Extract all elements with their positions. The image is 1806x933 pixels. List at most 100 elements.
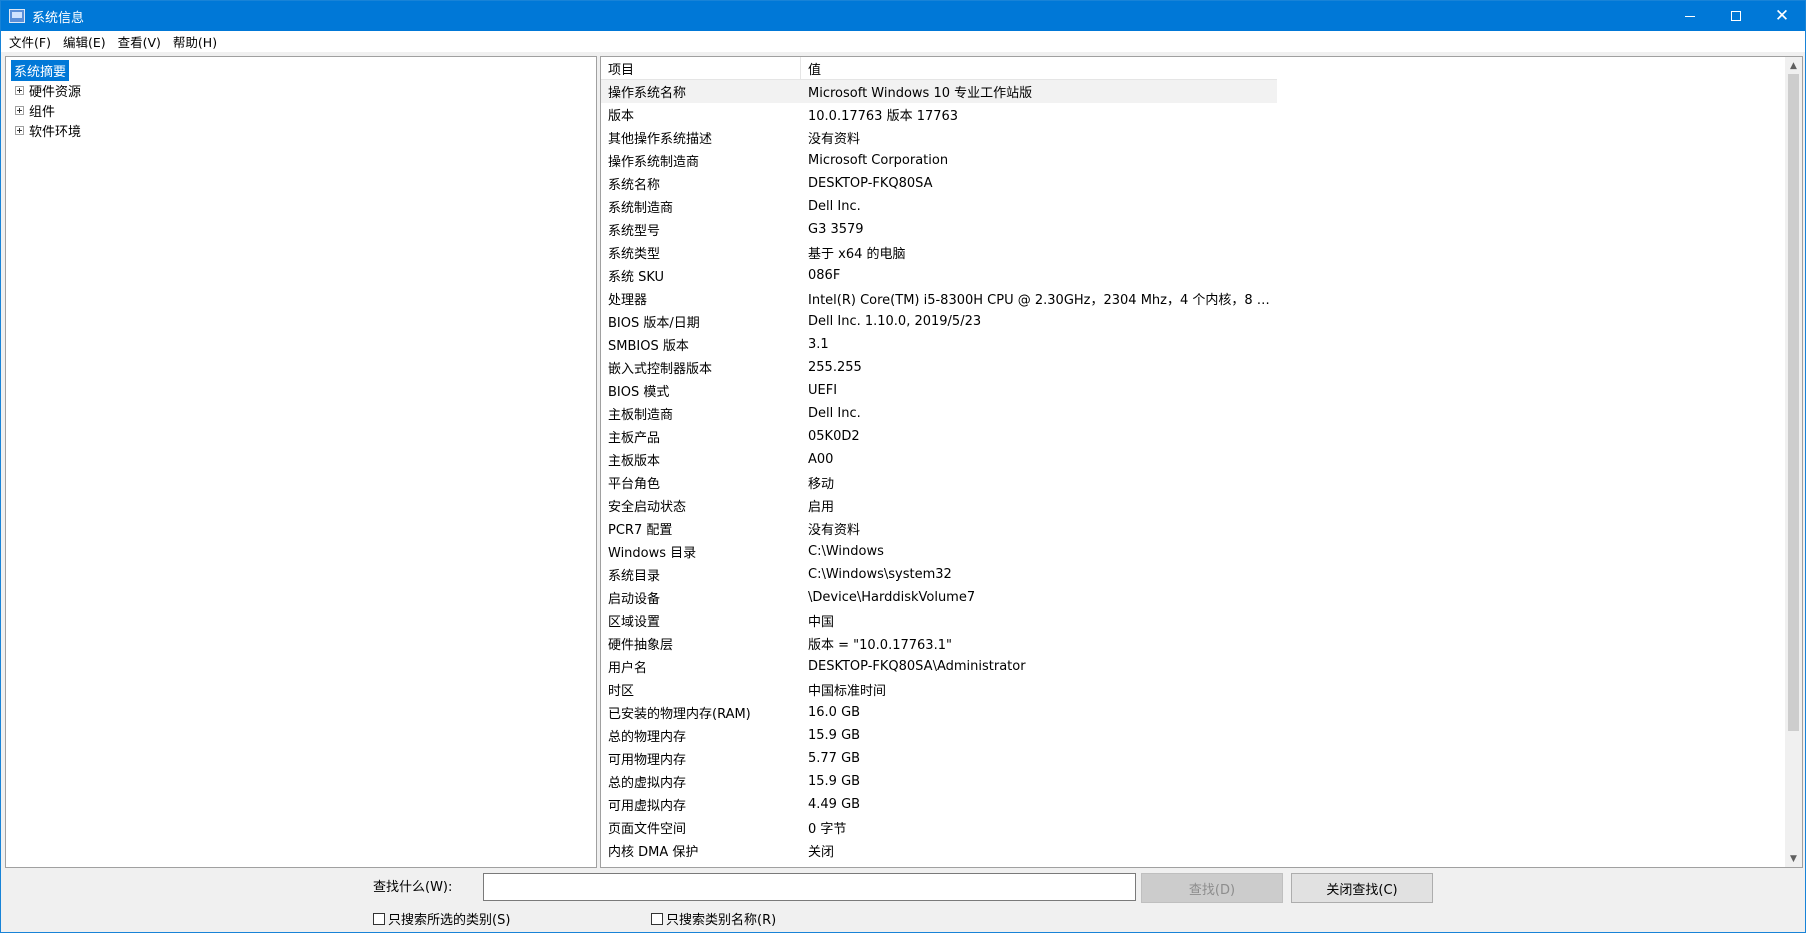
table-row[interactable]: 系统 SKU 086F [601, 264, 1277, 287]
menu-edit[interactable]: 编辑(E) [57, 32, 112, 51]
table-row[interactable]: 可用物理内存 5.77 GB [601, 747, 1277, 770]
title-bar[interactable]: 系统信息 ✕ [1, 1, 1805, 31]
search-category-names-checkbox[interactable]: 只搜索类别名称(R) [651, 909, 776, 928]
table-row[interactable]: 启动设备 \Device\HarddiskVolume7 [601, 586, 1277, 609]
expand-icon[interactable] [15, 85, 24, 95]
table-row[interactable]: 主板版本 A00 [601, 448, 1277, 471]
table-row[interactable]: 用户名 DESKTOP-FKQ80SA\Administrator [601, 655, 1277, 678]
expand-icon[interactable] [15, 125, 24, 135]
scroll-down-icon[interactable]: ▼ [1785, 850, 1802, 867]
tree-item-software-environment[interactable]: 软件环境 [15, 120, 81, 140]
menu-file[interactable]: 文件(F) [3, 32, 57, 51]
menu-bar: 文件(F) 编辑(E) 查看(V) 帮助(H) [1, 31, 1805, 52]
table-row[interactable]: 处理器 Intel(R) Core(TM) i5-8300H CPU @ 2.30… [601, 287, 1277, 310]
row-item-cell: 系统类型 [608, 247, 661, 262]
row-item-cell: PCR7 配置 [608, 523, 673, 538]
table-row[interactable]: 操作系统制造商 Microsoft Corporation [601, 149, 1277, 172]
table-row[interactable]: 内核 DMA 保护 关闭 [601, 839, 1277, 862]
row-item-cell: 嵌入式控制器版本 [608, 362, 713, 377]
find-what-input[interactable] [483, 873, 1136, 901]
table-row[interactable]: 主板制造商 Dell Inc. [601, 402, 1277, 425]
system-info-app-icon [9, 9, 25, 23]
column-header-value[interactable]: 值 [801, 57, 1277, 80]
row-item-cell: 区域设置 [608, 615, 661, 630]
expand-icon[interactable] [15, 105, 24, 115]
row-item-cell: 可用虚拟内存 [608, 799, 687, 814]
row-item-cell: 操作系统制造商 [608, 155, 700, 170]
minimize-button[interactable] [1667, 1, 1713, 31]
checkbox-box[interactable] [373, 912, 385, 925]
scroll-up-icon[interactable]: ▲ [1785, 57, 1802, 74]
table-row[interactable]: PCR7 配置 没有资料 [601, 517, 1277, 540]
tree-item-label: 软件环境 [29, 124, 82, 140]
tree-item-hardware-resources[interactable]: 硬件资源 [15, 80, 81, 100]
maximize-icon [1731, 11, 1741, 21]
table-row[interactable]: 页面文件空间 0 字节 [601, 816, 1277, 839]
row-item-cell: 系统制造商 [608, 201, 674, 216]
row-item-cell: 处理器 [608, 293, 648, 308]
table-row[interactable]: 嵌入式控制器版本 255.255 [601, 356, 1277, 379]
row-item-cell: 主板制造商 [608, 408, 674, 423]
row-item-cell: 其他操作系统描述 [608, 132, 713, 147]
window-title: 系统信息 [32, 10, 85, 26]
table-row[interactable]: 已安装的物理内存(RAM) 16.0 GB [601, 701, 1277, 724]
row-item-cell: 已安装的物理内存(RAM) [608, 707, 751, 722]
row-value-cell: DESKTOP-FKQ80SA\Administrator [808, 659, 1026, 674]
table-row[interactable]: 硬件抽象层 版本 = "10.0.17763.1" [601, 632, 1277, 655]
tree-item-label: 组件 [29, 104, 56, 120]
checkbox-box[interactable] [651, 912, 663, 925]
menu-help[interactable]: 帮助(H) [167, 32, 223, 51]
column-header-item[interactable]: 项目 [601, 57, 801, 80]
table-row[interactable]: 其他操作系统描述 没有资料 [601, 126, 1277, 149]
table-row[interactable]: 总的虚拟内存 15.9 GB [601, 770, 1277, 793]
table-row[interactable]: 可用虚拟内存 4.49 GB [601, 793, 1277, 816]
table-row[interactable]: 操作系统名称 Microsoft Windows 10 专业工作站版 [601, 80, 1277, 103]
table-row[interactable]: 系统制造商 Dell Inc. [601, 195, 1277, 218]
tree-item-components[interactable]: 组件 [15, 100, 55, 120]
table-row[interactable]: 系统名称 DESKTOP-FKQ80SA [601, 172, 1277, 195]
table-row[interactable]: Windows 目录 C:\Windows [601, 540, 1277, 563]
row-item-cell: 主板版本 [608, 454, 661, 469]
details-list[interactable]: 项目 值 操作系统名称 Microsoft Windows 10 专业工作站版 版本… [600, 56, 1803, 868]
checkbox-label: 只搜索所选的类别(S) [388, 913, 511, 928]
system-info-window: 系统信息 ✕ 文件(F) 编辑(E) 查看(V) 帮助(H) 系统摘要 硬件资源 [0, 0, 1806, 933]
row-value-cell: Dell Inc. [808, 199, 861, 214]
table-row[interactable]: BIOS 版本/日期 Dell Inc. 1.10.0, 2019/5/23 [601, 310, 1277, 333]
find-button[interactable]: 查找(D) [1141, 873, 1283, 903]
table-row[interactable]: 区域设置 中国 [601, 609, 1277, 632]
row-value-cell: 0 字节 [808, 822, 847, 837]
close-find-button[interactable]: 关闭查找(C) [1291, 873, 1433, 903]
table-row[interactable]: SMBIOS 版本 3.1 [601, 333, 1277, 356]
close-button[interactable]: ✕ [1759, 1, 1805, 31]
row-value-cell: 15.9 GB [808, 728, 861, 743]
table-row[interactable]: 时区 中国标准时间 [601, 678, 1277, 701]
category-tree[interactable]: 系统摘要 硬件资源 组件 软件环境 [5, 56, 597, 868]
row-item-cell: 用户名 [608, 661, 648, 676]
vertical-scrollbar[interactable]: ▲ ▼ [1785, 57, 1802, 867]
table-row[interactable]: 系统类型 基于 x64 的电脑 [601, 241, 1277, 264]
row-value-cell: \Device\HarddiskVolume7 [808, 590, 976, 605]
row-item-cell: 主板产品 [608, 431, 661, 446]
table-row[interactable]: 总的物理内存 15.9 GB [601, 724, 1277, 747]
tree-item-system-summary[interactable]: 系统摘要 [11, 59, 70, 81]
row-item-cell: 总的物理内存 [608, 730, 687, 745]
row-item-cell: 内核 DMA 保护 [608, 845, 699, 860]
table-row[interactable]: BIOS 模式 UEFI [601, 379, 1277, 402]
table-row[interactable]: 安全启动状态 启用 [601, 494, 1277, 517]
search-selected-category-checkbox[interactable]: 只搜索所选的类别(S) [373, 909, 510, 928]
row-value-cell: DESKTOP-FKQ80SA [808, 176, 933, 191]
list-header: 项目 值 [601, 57, 1277, 80]
maximize-button[interactable] [1713, 1, 1759, 31]
table-row[interactable]: 系统目录 C:\Windows\system32 [601, 563, 1277, 586]
table-row[interactable]: 版本 10.0.17763 版本 17763 [601, 103, 1277, 126]
table-row[interactable]: 主板产品 05K0D2 [601, 425, 1277, 448]
row-value-cell: 版本 = "10.0.17763.1" [808, 638, 952, 653]
row-value-cell: Microsoft Corporation [808, 153, 949, 168]
scrollbar-thumb[interactable] [1788, 74, 1799, 731]
row-value-cell: A00 [808, 452, 834, 467]
menu-view[interactable]: 查看(V) [112, 32, 167, 51]
row-item-cell: 启动设备 [608, 592, 661, 607]
row-value-cell: 没有资料 [808, 523, 861, 538]
table-row[interactable]: 系统型号 G3 3579 [601, 218, 1277, 241]
table-row[interactable]: 平台角色 移动 [601, 471, 1277, 494]
